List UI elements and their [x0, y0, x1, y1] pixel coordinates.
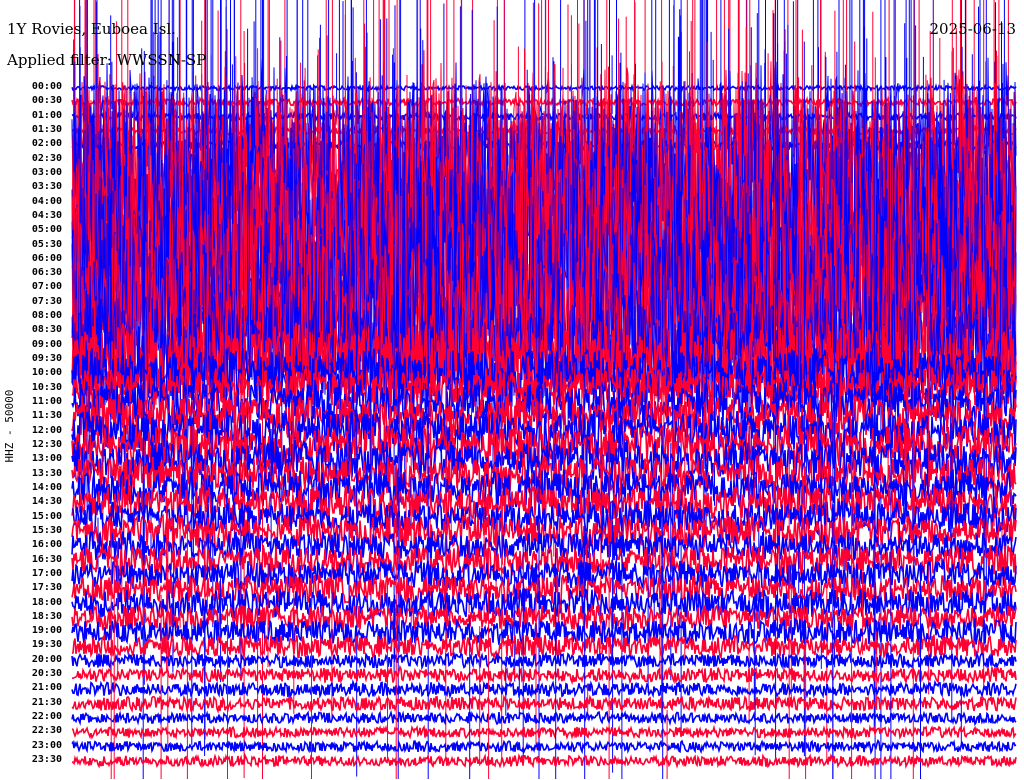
row-time-label: 20:00 [31, 653, 62, 665]
row-time-label: 10:30 [31, 381, 62, 393]
row-time-label: 16:30 [31, 553, 62, 565]
row-time-label: 17:00 [31, 567, 62, 579]
row-time-label: 00:30 [31, 95, 62, 107]
row-time-label: 15:30 [31, 524, 62, 536]
row-time-label: 01:30 [31, 123, 62, 135]
row-time-label: 04:00 [31, 195, 62, 207]
row-time-label: 22:30 [31, 725, 62, 737]
row-time-label: 02:30 [31, 152, 62, 164]
row-time-label: 08:30 [31, 324, 62, 336]
row-time-label: 12:30 [31, 439, 62, 450]
trace-row-00:00 [71, 82, 1017, 94]
row-time-label: 23:00 [31, 739, 62, 751]
row-time-label: 14:00 [31, 481, 62, 493]
date-label: 2025-06-13 [929, 20, 1016, 38]
filter-label: Applied filter: WWSSN-SP [7, 51, 207, 69]
row-time-label: 06:00 [31, 252, 62, 264]
row-time-label: 13:00 [31, 453, 62, 465]
row-time-label: 09:00 [31, 338, 62, 350]
row-time-label: 18:00 [31, 596, 62, 608]
row-time-label: 02:00 [31, 138, 62, 150]
trace-row-23:30 [71, 752, 1017, 769]
row-time-label: 14:30 [31, 496, 62, 508]
row-time-label: 07:00 [31, 281, 62, 293]
row-time-label: 17:30 [31, 582, 62, 594]
trace-row-22:30 [71, 724, 1017, 741]
helicorder-page: 1Y Rovies, Euboea Isl. Applied filter: W… [0, 0, 1024, 780]
row-time-label: 03:00 [31, 166, 62, 178]
row-time-label: 19:30 [31, 639, 62, 651]
station-title: 1Y Rovies, Euboea Isl. [7, 20, 176, 38]
row-time-label: 19:00 [31, 625, 62, 637]
row-time-label: 16:00 [31, 539, 62, 551]
row-time-label: 21:30 [31, 696, 62, 708]
row-time-label: 07:30 [31, 295, 62, 307]
row-time-label: 08:00 [31, 310, 62, 322]
helicorder-plot [71, 0, 1017, 779]
row-time-label: 13:30 [31, 467, 62, 479]
row-time-label: 15:00 [31, 510, 62, 522]
row-time-label: 01:00 [31, 109, 62, 121]
row-time-label: 09:30 [31, 353, 62, 365]
row-time-label: 20:30 [31, 668, 62, 680]
row-time-label: 10:00 [31, 367, 62, 379]
row-time-label: 22:00 [31, 711, 62, 723]
row-time-label: 03:30 [31, 181, 62, 193]
row-time-label: 11:00 [31, 396, 62, 408]
row-time-label: 05:30 [31, 238, 62, 250]
row-time-label: 05:00 [31, 224, 62, 236]
row-time-label: 23:30 [31, 754, 62, 766]
trace-row-23:00 [71, 738, 1017, 756]
row-time-label: 06:30 [31, 267, 62, 279]
row-time-label: 00:00 [31, 81, 62, 92]
row-time-label: 11:30 [31, 410, 62, 422]
row-time-label: 18:30 [31, 610, 62, 622]
row-time-label: 12:00 [31, 424, 62, 436]
row-time-label: 04:30 [31, 209, 62, 221]
row-time-label: 21:00 [31, 682, 62, 694]
